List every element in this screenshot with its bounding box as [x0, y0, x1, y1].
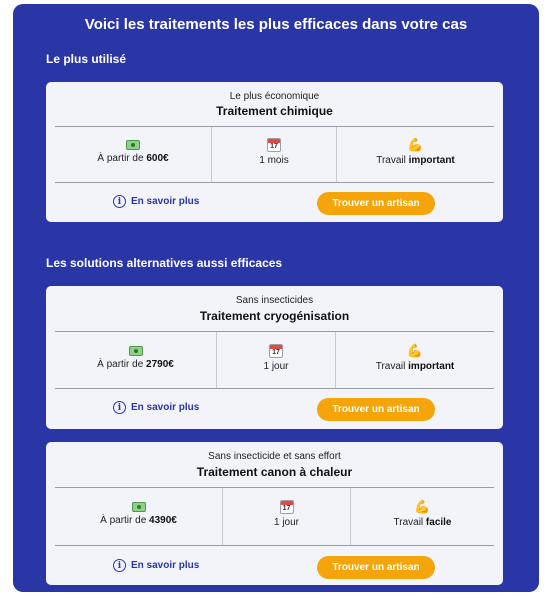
- price-prefix: À partir de: [97, 153, 147, 164]
- card-subtitle: Sans insecticide et sans effort: [208, 451, 341, 462]
- duration-cell: 17 1 mois: [212, 138, 336, 166]
- learn-more-link[interactable]: i En savoir plus: [113, 559, 199, 572]
- find-artisan-button[interactable]: Trouver un artisan: [317, 398, 435, 421]
- flexed-biceps-icon: 💪: [406, 343, 424, 358]
- effort-value: important: [408, 155, 455, 166]
- divider: [55, 182, 494, 183]
- flexed-biceps-icon: 💪: [407, 137, 424, 152]
- treatment-card: Sans insecticide et sans effort Traiteme…: [46, 442, 503, 585]
- card-subtitle: Sans insecticides: [235, 295, 314, 306]
- section-title-most-used: Le plus utilisé: [46, 52, 127, 66]
- price-prefix: À partir de: [100, 515, 150, 526]
- info-icon: i: [113, 559, 126, 572]
- flexed-biceps-icon: 💪: [414, 499, 431, 514]
- effort-value: facile: [425, 517, 452, 528]
- effort-prefix: Travail: [393, 517, 426, 528]
- learn-more-label: En savoir plus: [131, 560, 200, 571]
- learn-more-label: En savoir plus: [131, 402, 200, 413]
- treatments-panel: Voici les traitements les plus efficaces…: [13, 4, 539, 592]
- info-icon: i: [113, 401, 126, 414]
- card-title: Traitement canon à chaleur: [196, 465, 353, 479]
- treatment-card: Sans insecticides Traitement cryogénisat…: [46, 286, 503, 429]
- price-value: 600€: [146, 153, 169, 164]
- price-value: 2790€: [146, 359, 174, 370]
- section-title-alternatives: Les solutions alternatives aussi efficac…: [46, 256, 283, 270]
- effort-prefix: Travail: [375, 361, 409, 372]
- treatment-card: Le plus économique Traitement chimique À…: [46, 82, 503, 222]
- info-icon: i: [113, 195, 126, 208]
- card-subtitle: Le plus économique: [229, 91, 320, 102]
- effort-value: important: [408, 361, 455, 372]
- effort-cell: 💪 Travail important: [336, 343, 494, 373]
- duration-value: 1 jour: [263, 361, 289, 372]
- card-title: Traitement cryogénisation: [199, 309, 350, 323]
- divider: [55, 331, 494, 332]
- learn-more-link[interactable]: i En savoir plus: [113, 195, 199, 208]
- divider: [55, 545, 494, 546]
- duration-cell: 17 1 jour: [223, 500, 350, 528]
- divider: [55, 126, 494, 127]
- duration-value: 1 jour: [273, 517, 299, 528]
- find-artisan-button[interactable]: Trouver un artisan: [317, 192, 435, 215]
- effort-cell: 💪 Travail facile: [351, 499, 494, 529]
- price-value: 4390€: [149, 515, 177, 526]
- calendar-icon: 17: [269, 344, 283, 358]
- money-icon: [128, 346, 143, 356]
- find-artisan-button[interactable]: Trouver un artisan: [317, 556, 435, 579]
- calendar-icon: 17: [279, 500, 294, 514]
- learn-more-label: En savoir plus: [131, 196, 200, 207]
- money-icon: [126, 140, 140, 150]
- effort-prefix: Travail: [376, 155, 409, 166]
- duration-value: 1 mois: [259, 155, 289, 166]
- divider: [55, 487, 494, 488]
- learn-more-link[interactable]: i En savoir plus: [113, 401, 199, 414]
- card-title: Traitement chimique: [216, 104, 333, 118]
- price-cell: À partir de 2790€: [55, 346, 216, 370]
- money-icon: [131, 502, 146, 512]
- price-cell: À partir de 4390€: [55, 502, 222, 526]
- calendar-icon: 17: [267, 138, 281, 152]
- duration-cell: 17 1 jour: [217, 344, 335, 372]
- divider: [55, 388, 494, 389]
- price-cell: À partir de 600€: [55, 140, 211, 164]
- price-prefix: À partir de: [97, 359, 147, 370]
- effort-cell: 💪 Travail important: [337, 137, 494, 167]
- panel-title: Voici les traitements les plus efficaces…: [84, 16, 468, 33]
